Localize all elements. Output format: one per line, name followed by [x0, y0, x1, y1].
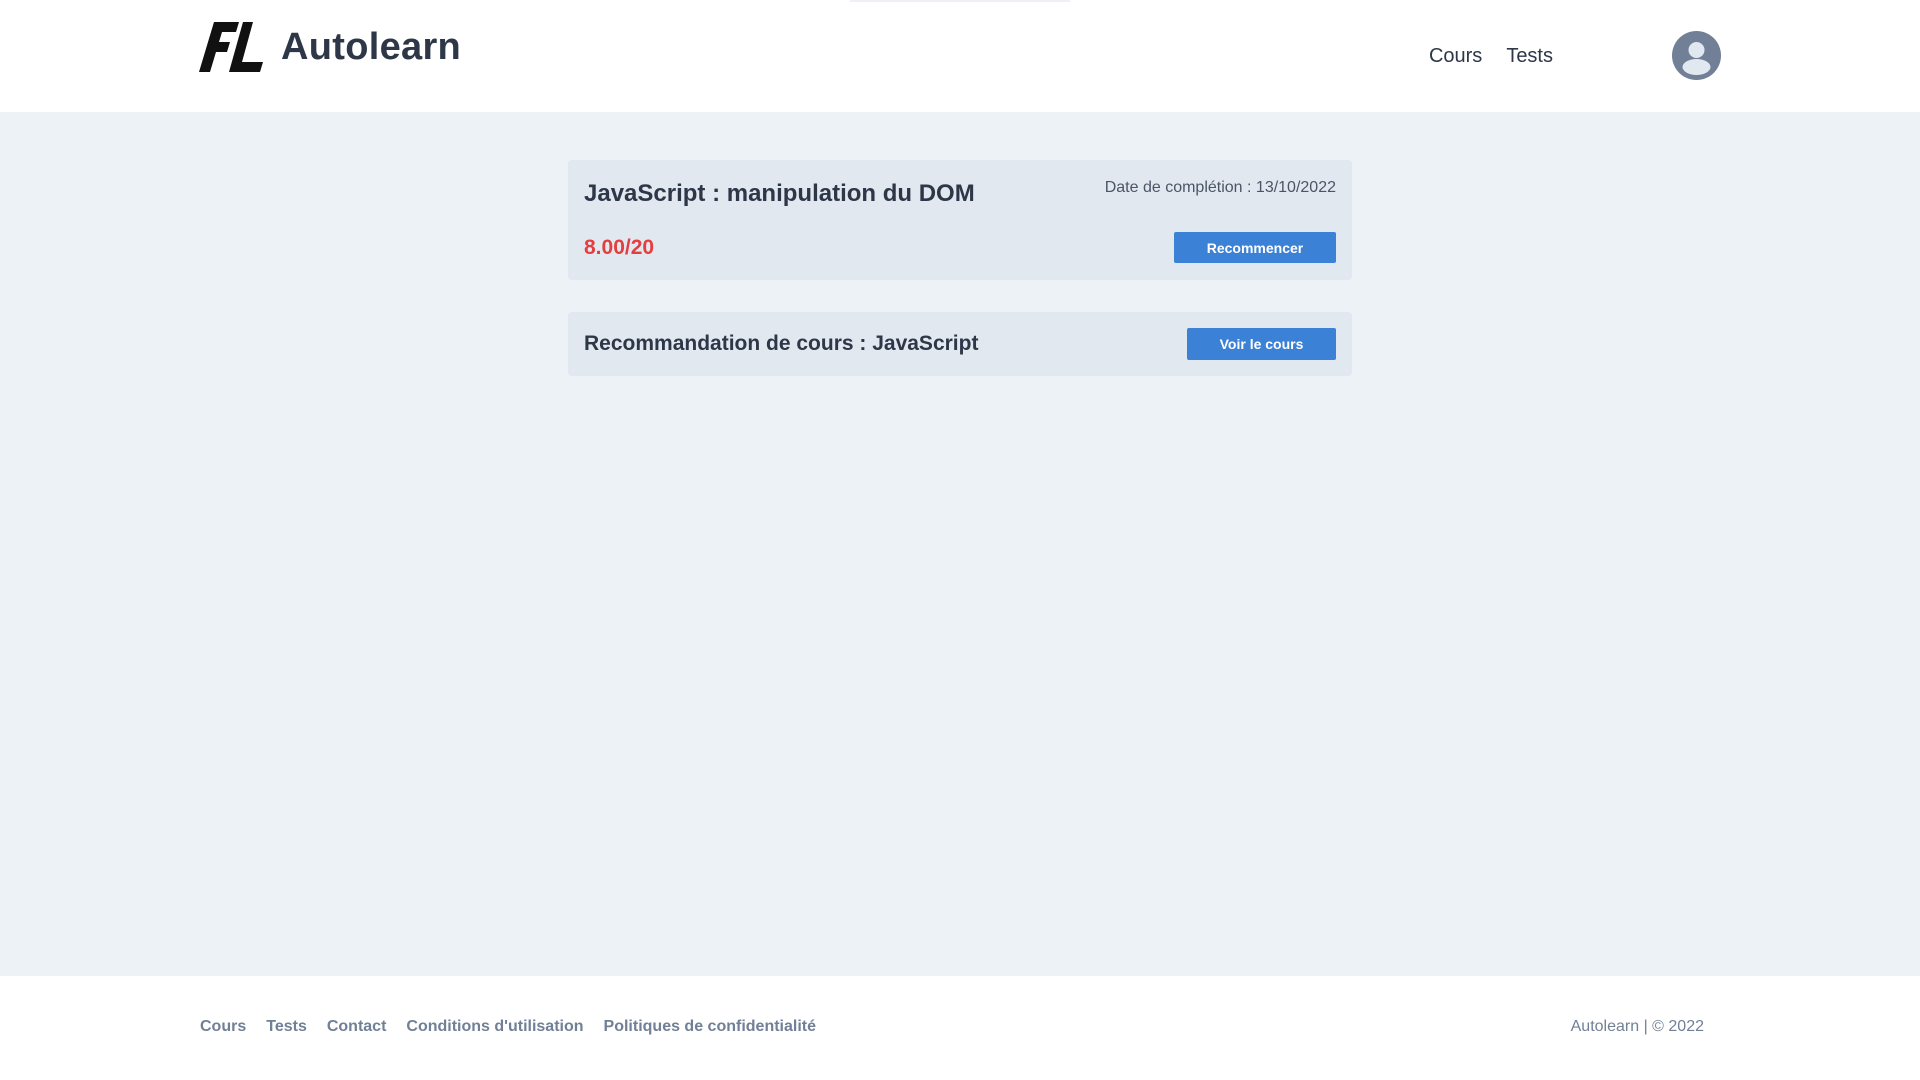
main-nav: Cours Tests	[1429, 0, 1553, 112]
footer-link-tests[interactable]: Tests	[266, 1018, 307, 1036]
brand-name: Autolearn	[281, 25, 462, 68]
test-result-card: JavaScript : manipulation du DOM Date de…	[568, 160, 1352, 280]
footer-link-terms[interactable]: Conditions d'utilisation	[406, 1018, 583, 1036]
autolearn-logo-icon	[199, 22, 263, 72]
view-course-button[interactable]: Voir le cours	[1187, 328, 1336, 360]
footer-link-courses[interactable]: Cours	[200, 1018, 246, 1036]
brand-logo-link[interactable]: Autolearn	[199, 22, 461, 72]
site-footer: Cours Tests Contact Conditions d'utilisa…	[0, 976, 1920, 1080]
recommendation-title: Recommandation de cours : JavaScript	[584, 332, 979, 355]
footer-copyright: Autolearn | © 2022	[1570, 1018, 1704, 1035]
nav-link-courses[interactable]: Cours	[1429, 45, 1482, 68]
test-score: 8.00/20	[584, 236, 655, 259]
user-avatar-button[interactable]	[1672, 31, 1721, 80]
footer-link-privacy[interactable]: Politiques de confidentialité	[604, 1018, 816, 1036]
restart-button[interactable]: Recommencer	[1174, 232, 1336, 263]
site-header: Autolearn Cours Tests	[0, 0, 1920, 112]
header-top-divider	[850, 0, 1070, 2]
footer-link-contact[interactable]: Contact	[327, 1018, 387, 1036]
main-content: JavaScript : manipulation du DOM Date de…	[0, 112, 1920, 976]
footer-nav: Cours Tests Contact Conditions d'utilisa…	[200, 1018, 816, 1036]
nav-link-tests[interactable]: Tests	[1506, 45, 1553, 68]
test-title: JavaScript : manipulation du DOM	[584, 180, 975, 207]
user-avatar-icon	[1682, 42, 1711, 75]
completion-date: Date de complétion : 13/10/2022	[1104, 179, 1336, 196]
course-recommendation-card: Recommandation de cours : JavaScript Voi…	[568, 312, 1352, 376]
